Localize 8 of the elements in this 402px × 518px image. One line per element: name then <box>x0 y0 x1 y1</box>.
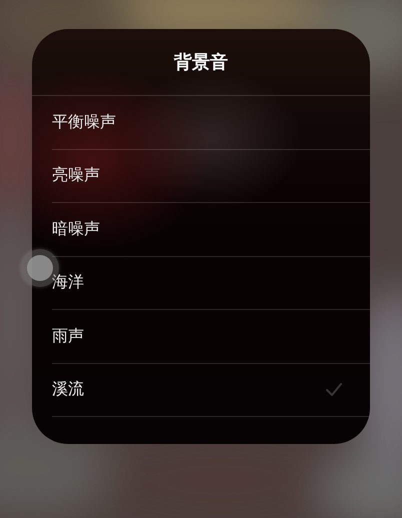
option-row[interactable]: 溪流 <box>52 364 370 417</box>
checkmark-icon <box>326 382 342 397</box>
option-row[interactable]: 平衡噪声 <box>52 96 370 150</box>
option-row[interactable]: 暗噪声 <box>52 203 370 256</box>
sheet-title: 背景音 <box>32 29 370 96</box>
option-row[interactable]: 雨声 <box>52 310 370 364</box>
option-row[interactable]: 海洋 <box>52 256 370 310</box>
option-row[interactable]: 亮噪声 <box>52 150 370 203</box>
